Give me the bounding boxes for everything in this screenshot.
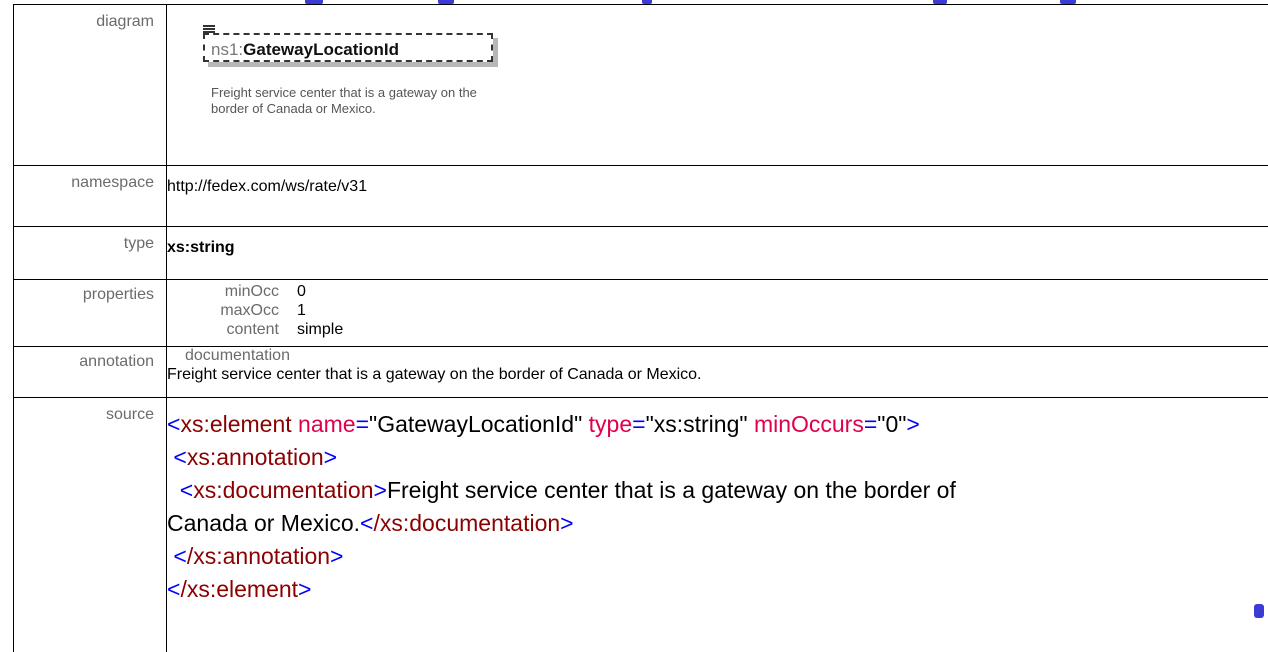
annotation-text: Freight service center that is a gateway… xyxy=(167,365,1268,385)
source-line: <xs:documentation>Freight service center… xyxy=(167,474,1268,507)
row-diagram: diagram ns1:GatewayLocationId Freight se… xyxy=(14,5,1268,166)
row-label-source: source xyxy=(14,398,167,652)
row-label-properties: properties xyxy=(14,280,167,347)
source-line: <xs:element name="GatewayLocationId" typ… xyxy=(167,408,1268,441)
scroll-marker[interactable] xyxy=(1254,604,1264,618)
row-label-namespace: namespace xyxy=(14,166,167,227)
element-doc-table: diagram ns1:GatewayLocationId Freight se… xyxy=(13,4,1268,652)
source-cell: <xs:element name="GatewayLocationId" typ… xyxy=(167,398,1268,652)
prop-value: simple xyxy=(297,320,1268,339)
annotation-heading: documentation xyxy=(167,347,1268,365)
source-line: </xs:annotation> xyxy=(167,540,1268,573)
prop-value: 1 xyxy=(297,301,1268,320)
properties-cell: minOcc 0 maxOcc 1 content simple xyxy=(167,280,1268,347)
source-line: <xs:annotation> xyxy=(167,441,1268,474)
row-type: type xs:string xyxy=(14,227,1268,280)
source-code: <xs:element name="GatewayLocationId" typ… xyxy=(167,398,1268,606)
element-box[interactable]: ns1:GatewayLocationId xyxy=(203,33,493,62)
element-name: GatewayLocationId xyxy=(243,40,399,59)
prop-key: minOcc xyxy=(167,282,279,301)
row-namespace: namespace http://fedex.com/ws/rate/v31 xyxy=(14,166,1268,227)
row-source: source <xs:element name="GatewayLocation… xyxy=(14,398,1268,652)
properties-list: minOcc 0 maxOcc 1 content simple xyxy=(167,282,1268,339)
element-description: Freight service center that is a gateway… xyxy=(211,85,481,117)
row-label-diagram: diagram xyxy=(14,5,167,166)
row-label-type: type xyxy=(14,227,167,280)
row-annotation: annotation documentation Freight service… xyxy=(14,347,1268,398)
prop-value: 0 xyxy=(297,282,1268,301)
namespace-value: http://fedex.com/ws/rate/v31 xyxy=(167,166,1268,227)
prop-key: maxOcc xyxy=(167,301,279,320)
row-label-annotation: annotation xyxy=(14,347,167,398)
annotation-cell: documentation Freight service center tha… xyxy=(167,347,1268,398)
type-link[interactable]: xs:string xyxy=(167,239,235,256)
type-value: xs:string xyxy=(167,227,1268,280)
row-properties: properties minOcc 0 maxOcc 1 content simple xyxy=(14,280,1268,347)
diagram-cell: ns1:GatewayLocationId Freight service ce… xyxy=(167,5,1268,166)
element-diagram[interactable]: ns1:GatewayLocationId Freight service ce… xyxy=(193,25,513,145)
source-line: </xs:element> xyxy=(167,573,1268,606)
element-prefix: ns1: xyxy=(211,40,243,59)
prop-key: content xyxy=(167,320,279,339)
source-line: Canada or Mexico.</xs:documentation> xyxy=(167,507,1268,540)
